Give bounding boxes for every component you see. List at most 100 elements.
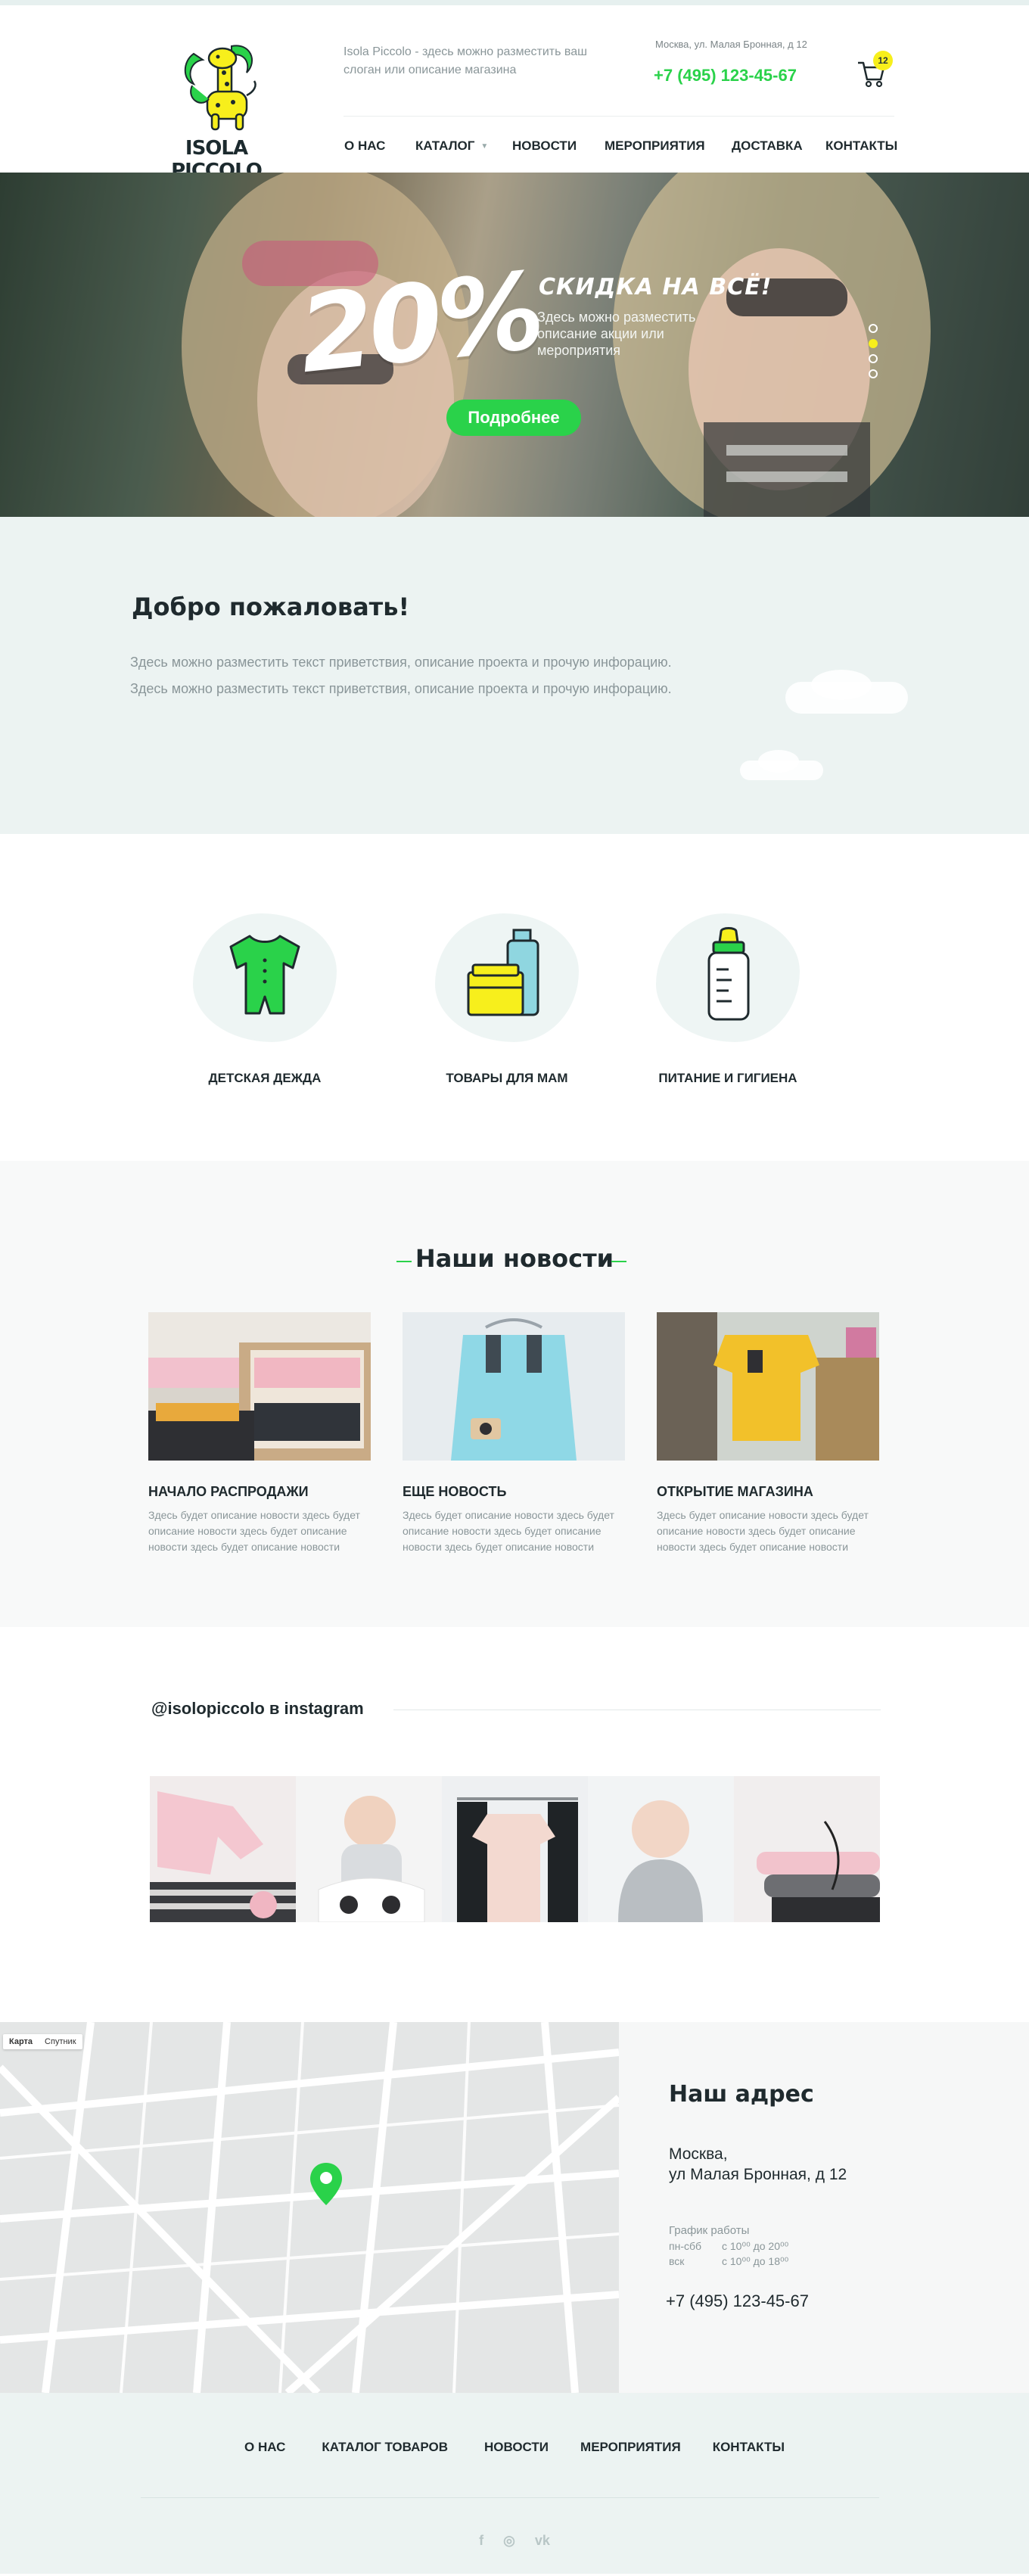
map-pin-icon[interactable] bbox=[309, 2161, 344, 2207]
header-phone[interactable]: +7 (495) 123-45-67 bbox=[654, 66, 797, 86]
social-links: f ◎ vk bbox=[0, 2533, 1029, 2549]
cart-button[interactable]: 12 bbox=[856, 51, 893, 88]
category-label: ТОВАРЫ ДЛЯ МАМ bbox=[446, 1071, 568, 1085]
address-street: ул Малая Бронная, д 12 bbox=[669, 2166, 847, 2183]
welcome-text: Здесь можно разместить текст приветствия… bbox=[130, 655, 672, 696]
hours-row: вск с 10⁰⁰ до 18⁰⁰ bbox=[669, 2255, 788, 2268]
hero-more-button[interactable]: Подробнее bbox=[446, 400, 581, 436]
news-card-text: Здесь будет описание новости здесь будет… bbox=[657, 1509, 869, 1553]
footer-nav-contacts[interactable]: КОНТАКТЫ bbox=[713, 2440, 785, 2455]
welcome-section: Добро пожаловать! Здесь можно разместить… bbox=[0, 517, 1029, 834]
baby-bodysuit-icon bbox=[229, 935, 300, 1015]
slider-dots bbox=[869, 324, 878, 378]
cosmetics-icon bbox=[467, 929, 539, 1016]
hours-days: пн-сбб bbox=[669, 2240, 702, 2252]
hours-time: с 10⁰⁰ до 20⁰⁰ bbox=[722, 2240, 789, 2252]
footer-nav: О НАС КАТАЛОГ ТОВАРОВ НОВОСТИ МЕРОПРИЯТИ… bbox=[0, 2440, 1029, 2455]
map[interactable]: Карта Спутник bbox=[0, 2022, 619, 2393]
address-city: Москва, bbox=[669, 2145, 728, 2163]
footer-divider bbox=[141, 2497, 879, 2498]
address-title: Наш адрес bbox=[669, 2081, 814, 2108]
facebook-icon[interactable]: f bbox=[479, 2533, 483, 2549]
footer-nav-about[interactable]: О НАС bbox=[244, 2440, 285, 2455]
slider-dot[interactable] bbox=[869, 324, 878, 333]
header-slogan: Isola Piccolo - здесь можно разместить в… bbox=[344, 45, 587, 76]
nav-item-catalog[interactable]: КАТАЛОГ ▼ bbox=[415, 138, 512, 154]
chevron-down-icon: ▼ bbox=[480, 142, 489, 151]
instagram-section: @isolopiccolo в instagram bbox=[0, 1627, 1029, 2022]
news-card-title: ЕЩЕ НОВОСТЬ bbox=[403, 1484, 507, 1499]
cloud-decoration bbox=[758, 750, 799, 773]
main-nav: О НАС КАТАЛОГ ▼ НОВОСТИ МЕРОПРИЯТИЯ ДОСТА… bbox=[344, 138, 897, 154]
category-blob bbox=[656, 913, 800, 1042]
category-mom-goods[interactable]: ТОВАРЫ ДЛЯ МАМ bbox=[431, 913, 583, 1086]
instagram-photo[interactable] bbox=[734, 1776, 880, 1922]
news-card[interactable]: ОТКРЫТИЕ МАГАЗИНА Здесь будет описание н… bbox=[657, 1312, 879, 1555]
cloud-decoration bbox=[811, 670, 872, 700]
hero-discount-percent: 20% bbox=[294, 249, 546, 398]
map-tab-map[interactable]: Карта bbox=[3, 2034, 39, 2049]
hours-row: пн-сбб с 10⁰⁰ до 20⁰⁰ bbox=[669, 2240, 788, 2253]
nav-item-delivery[interactable]: ДОСТАВКА bbox=[732, 138, 825, 154]
map-streets bbox=[0, 2022, 619, 2393]
category-blob bbox=[193, 913, 337, 1042]
nav-item-news[interactable]: НОВОСТИ bbox=[512, 138, 605, 154]
top-strip bbox=[0, 0, 1029, 5]
hours-title: График работы bbox=[669, 2224, 750, 2237]
news-title: Наши новости bbox=[415, 1244, 614, 1273]
vk-icon[interactable]: vk bbox=[535, 2533, 550, 2549]
instagram-gallery bbox=[150, 1776, 880, 1922]
footer-nav-catalog[interactable]: КАТАЛОГ ТОВАРОВ bbox=[322, 2440, 448, 2455]
map-tab-satellite[interactable]: Спутник bbox=[39, 2034, 82, 2049]
contact-section: Карта Спутник Наш адрес Москва, ул Малая… bbox=[0, 2022, 1029, 2393]
site-footer: О НАС КАТАЛОГ ТОВАРОВ НОВОСТИ МЕРОПРИЯТИ… bbox=[0, 2393, 1029, 2574]
news-section: Наши новости НАЧАЛО РАСПРОДАЖИ Здесь буд… bbox=[0, 1161, 1029, 1627]
footer-nav-news[interactable]: НОВОСТИ bbox=[484, 2440, 549, 2455]
slider-dot[interactable] bbox=[869, 369, 878, 378]
news-card-text: Здесь будет описание новости здесь будет… bbox=[403, 1509, 614, 1553]
nav-item-about[interactable]: О НАС bbox=[344, 138, 415, 154]
news-image bbox=[403, 1312, 625, 1461]
slider-dot-active[interactable] bbox=[869, 339, 878, 348]
instagram-icon[interactable]: ◎ bbox=[503, 2533, 515, 2549]
map-type-tabs: Карта Спутник bbox=[3, 2034, 82, 2049]
hero-title: СКИДКА НА ВСЁ! bbox=[539, 274, 773, 300]
instagram-photo[interactable] bbox=[296, 1776, 442, 1922]
instagram-photo[interactable] bbox=[442, 1776, 588, 1922]
cart-count-badge: 12 bbox=[873, 51, 893, 70]
giraffe-logo-icon bbox=[184, 45, 256, 131]
instagram-photo[interactable] bbox=[588, 1776, 734, 1922]
baby-bottle-icon bbox=[707, 927, 750, 1021]
hero-slider: 20% СКИДКА НА ВСЁ! Здесь можно разместит… bbox=[0, 173, 1029, 517]
news-image bbox=[148, 1312, 371, 1461]
nav-item-contacts[interactable]: КОНТАКТЫ bbox=[825, 138, 897, 154]
footer-nav-events[interactable]: МЕРОПРИЯТИЯ bbox=[580, 2440, 681, 2455]
welcome-title: Добро пожаловать! bbox=[132, 593, 410, 621]
category-food-hygiene[interactable]: ПИТАНИЕ И ГИГИЕНА bbox=[652, 913, 804, 1086]
address-panel: Наш адрес Москва, ул Малая Бронная, д 12… bbox=[619, 2022, 1029, 2393]
hero-description: Здесь можно разместить описание акции ил… bbox=[537, 310, 696, 358]
site-header: ISOLA PICCOLO Isola Piccolo - здесь можн… bbox=[0, 5, 1029, 182]
instagram-photo[interactable] bbox=[150, 1776, 296, 1922]
header-divider bbox=[344, 116, 894, 117]
category-baby-clothes[interactable]: ДЕТСКАЯ ДЕЖДА bbox=[189, 913, 340, 1086]
hours-days: вск bbox=[669, 2255, 685, 2267]
header-address: Москва, ул. Малая Бронная, д 12 bbox=[655, 39, 807, 50]
news-card[interactable]: ЕЩЕ НОВОСТЬ Здесь будет описание новости… bbox=[403, 1312, 625, 1555]
nav-item-events[interactable]: МЕРОПРИЯТИЯ bbox=[605, 138, 732, 154]
news-image bbox=[657, 1312, 879, 1461]
news-card-title: НАЧАЛО РАСПРОДАЖИ bbox=[148, 1484, 309, 1499]
categories-section: ДЕТСКАЯ ДЕЖДА ТОВАРЫ ДЛЯ МАМ ПИТАНИЕ И Г… bbox=[0, 834, 1029, 1161]
news-card-title: ОТКРЫТИЕ МАГАЗИНА bbox=[657, 1484, 813, 1499]
category-label: ПИТАНИЕ И ГИГИЕНА bbox=[658, 1071, 797, 1085]
slider-dot[interactable] bbox=[869, 354, 878, 363]
hours-time: с 10⁰⁰ до 18⁰⁰ bbox=[722, 2255, 789, 2267]
title-dash-right bbox=[611, 1261, 626, 1262]
contact-phone[interactable]: +7 (495) 123-45-67 bbox=[666, 2291, 809, 2311]
category-blob bbox=[435, 913, 579, 1042]
instagram-title[interactable]: @isolopiccolo в instagram bbox=[151, 1699, 364, 1719]
news-card[interactable]: НАЧАЛО РАСПРОДАЖИ Здесь будет описание н… bbox=[148, 1312, 371, 1555]
category-label: ДЕТСКАЯ ДЕЖДА bbox=[208, 1071, 322, 1085]
news-card-text: Здесь будет описание новости здесь будет… bbox=[148, 1509, 360, 1553]
logo[interactable]: ISOLA PICCOLO bbox=[141, 39, 292, 182]
